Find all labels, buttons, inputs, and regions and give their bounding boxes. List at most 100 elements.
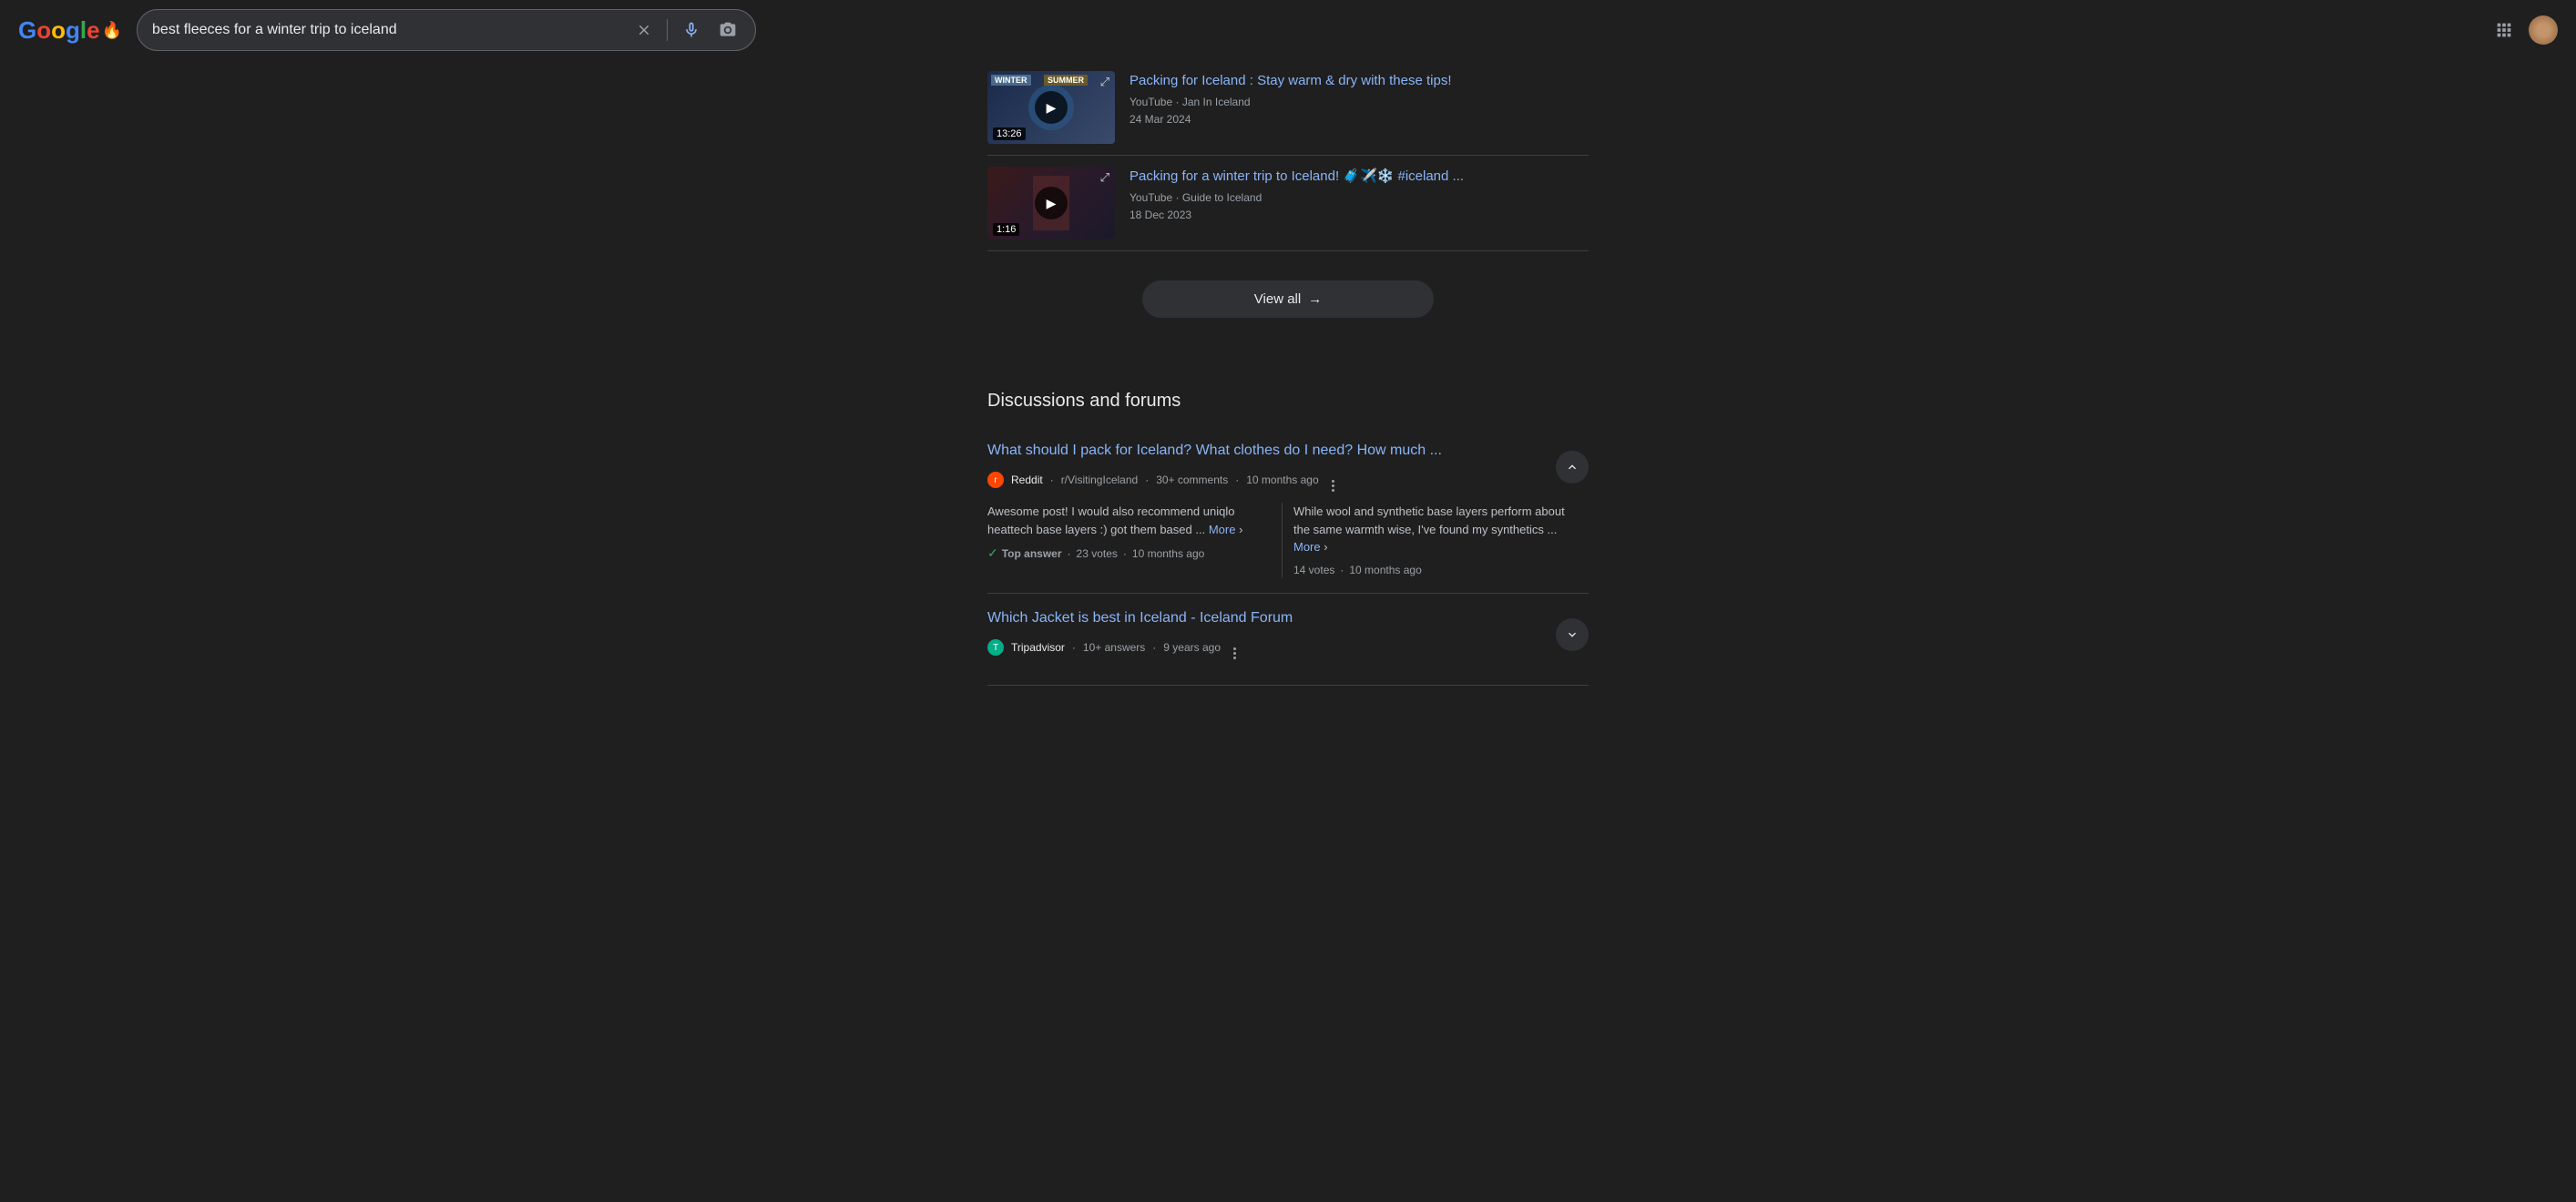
video-info: Packing for a winter trip to Iceland! 🧳✈…	[1130, 167, 1589, 224]
video-channel: Jan In Iceland	[1182, 96, 1251, 108]
expand-icon: ⤢	[1100, 170, 1109, 185]
logo-emoji: 🔥	[102, 21, 122, 40]
footer-sep2: ·	[1123, 545, 1127, 562]
logo-e: e	[87, 16, 99, 45]
discussion-answers: Awesome post! I would also recommend uni…	[987, 503, 1589, 578]
collapse-button[interactable]	[1556, 451, 1589, 484]
more-options-button-2[interactable]	[1228, 634, 1242, 661]
dots-icon-2	[1233, 647, 1236, 659]
logo-g: G	[18, 16, 36, 45]
footer-sep: ·	[1068, 545, 1071, 562]
dots-icon	[1332, 480, 1334, 492]
expand-button-2[interactable]	[1556, 618, 1589, 651]
logo-g2: g	[66, 16, 80, 45]
image-search-button[interactable]	[715, 17, 741, 43]
meta-sep2: ·	[1176, 191, 1182, 204]
more-arrow-1: ›	[1239, 523, 1242, 536]
close-icon	[636, 22, 652, 38]
discussion-meta-2: T Tripadvisor · 10+ answers · 9 years ag…	[987, 634, 1556, 661]
meta-sep: ·	[1050, 474, 1054, 486]
video-title[interactable]: Packing for a winter trip to Iceland! 🧳✈…	[1130, 168, 1464, 184]
video-source: YouTube	[1130, 96, 1172, 108]
meta-sep-2: ·	[1072, 641, 1076, 654]
comments-count: 30+ comments	[1156, 474, 1228, 486]
meta-sep3: ·	[1235, 474, 1239, 486]
winter-label: WINTER	[991, 75, 1031, 86]
discussion-title[interactable]: What should I pack for Iceland? What clo…	[987, 443, 1442, 458]
time-ago: 10 months ago	[1246, 474, 1318, 486]
discussion-item: What should I pack for Iceland? What clo…	[987, 426, 1589, 594]
votes: 23 votes	[1077, 545, 1118, 562]
answer-col-1: Awesome post! I would also recommend uni…	[987, 503, 1283, 578]
view-all-label: View all	[1254, 291, 1301, 307]
grid-icon	[2494, 20, 2514, 40]
play-button[interactable]: ▶	[1035, 187, 1068, 219]
header-right	[2490, 15, 2558, 45]
discussion-item-2: Which Jacket is best in Iceland - Icelan…	[987, 594, 1589, 686]
answers-count: 10+ answers	[1083, 641, 1145, 654]
answer-text-1: Awesome post! I would also recommend uni…	[987, 504, 1234, 536]
video-item: ▶ 1:16 ⤢ Packing for a winter trip to Ic…	[987, 156, 1589, 251]
header: Google 🔥 best fleeces for a winter trip …	[0, 0, 2576, 60]
more-arrow-2: ›	[1324, 540, 1327, 554]
video-thumbnail[interactable]: ▶ 1:16 ⤢	[987, 167, 1115, 239]
discussion-meta: r Reddit · r/VisitingIceland · 30+ comme…	[987, 466, 1556, 494]
arrow-icon: →	[1308, 291, 1322, 307]
video-meta: YouTube · Jan In Iceland 24 Mar 2024	[1130, 94, 1589, 128]
video-meta: YouTube · Guide to Iceland 18 Dec 2023	[1130, 189, 1589, 224]
more-options-button[interactable]	[1326, 466, 1340, 494]
footer-sep3: ·	[1340, 562, 1344, 578]
google-logo[interactable]: Google 🔥	[18, 16, 122, 45]
meta-sep1: ·	[1176, 96, 1182, 108]
subreddit: r/VisitingIceland	[1061, 474, 1139, 486]
search-input[interactable]: best fleeces for a winter trip to icelan…	[152, 22, 621, 38]
logo-o2: o	[51, 16, 66, 45]
camera-icon	[719, 21, 737, 39]
video-duration: 1:16	[993, 223, 1019, 236]
discussion-header: What should I pack for Iceland? What clo…	[987, 441, 1589, 494]
time-ago-2: 9 years ago	[1163, 641, 1221, 654]
search-icons	[632, 17, 741, 43]
top-answer-label: Top answer	[1002, 545, 1062, 562]
discussions-section: Discussions and forums	[987, 347, 1589, 412]
summer-label: SUMMER	[1044, 75, 1088, 86]
answer-footer-1: ✓ Top answer · 23 votes · 10 months ago	[987, 544, 1274, 563]
discussion-title-2[interactable]: Which Jacket is best in Iceland - Icelan…	[987, 610, 1293, 626]
play-button[interactable]: ▶	[1035, 91, 1068, 124]
video-date: 24 Mar 2024	[1130, 113, 1191, 126]
clear-button[interactable]	[632, 18, 656, 42]
view-all-container: View all →	[987, 266, 1589, 332]
video-channel: Guide to Iceland	[1182, 191, 1262, 204]
check-icon: ✓	[987, 544, 998, 563]
answer-text-2: While wool and synthetic base layers per…	[1293, 504, 1565, 536]
expand-icon: ⤢	[1100, 75, 1109, 89]
logo-l: l	[80, 16, 87, 45]
main-content: WINTER SUMMER ▶ 13:26 ⤢ Packing for Icel…	[987, 60, 1589, 722]
top-answer-badge: ✓ Top answer	[987, 544, 1062, 563]
chevron-down-icon	[1565, 627, 1579, 642]
chevron-up-icon	[1565, 460, 1579, 474]
more-link-1[interactable]: More	[1209, 523, 1236, 536]
video-thumbnail[interactable]: WINTER SUMMER ▶ 13:26 ⤢	[987, 71, 1115, 144]
view-all-button[interactable]: View all →	[1142, 280, 1434, 318]
answer-col-2: While wool and synthetic base layers per…	[1293, 503, 1589, 578]
video-info: Packing for Iceland : Stay warm & dry wi…	[1130, 71, 1589, 128]
video-date: 18 Dec 2023	[1130, 209, 1191, 221]
logo-o1: o	[36, 16, 51, 45]
video-duration: 13:26	[993, 127, 1026, 140]
avatar[interactable]	[2529, 15, 2558, 45]
apps-button[interactable]	[2490, 16, 2518, 44]
microphone-icon	[682, 21, 700, 39]
reddit-icon: r	[987, 472, 1004, 488]
video-source: YouTube	[1130, 191, 1172, 204]
voice-search-button[interactable]	[679, 17, 704, 43]
more-link-2[interactable]: More	[1293, 540, 1321, 554]
discussion-title-area: What should I pack for Iceland? What clo…	[987, 441, 1556, 494]
source-name: Reddit	[1011, 474, 1043, 486]
answer-time: 10 months ago	[1132, 545, 1204, 562]
discussion-title-area-2: Which Jacket is best in Iceland - Icelan…	[987, 608, 1556, 661]
answer-footer-2: 14 votes · 10 months ago	[1293, 562, 1581, 578]
votes-2: 14 votes	[1293, 562, 1334, 578]
video-title[interactable]: Packing for Iceland : Stay warm & dry wi…	[1130, 73, 1451, 88]
search-bar: best fleeces for a winter trip to icelan…	[137, 9, 756, 51]
